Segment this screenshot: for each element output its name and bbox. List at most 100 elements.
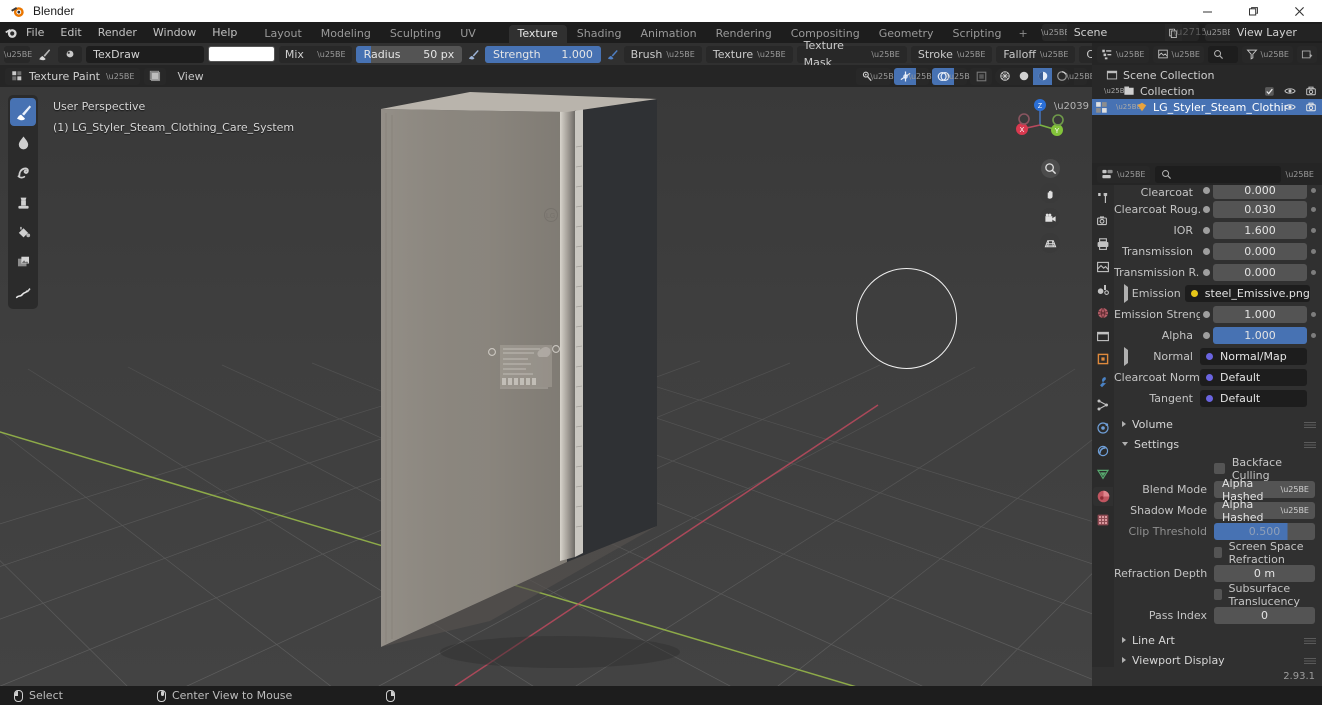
- brush-tool-icon[interactable]: [34, 46, 54, 63]
- refraction-depth-value[interactable]: 0 m: [1214, 565, 1315, 582]
- emission-strength-value[interactable]: 1.000: [1213, 306, 1307, 323]
- blend-mode-dropdown[interactable]: Mix \u25BE: [278, 45, 352, 63]
- viewport-view-menu[interactable]: View: [170, 68, 210, 85]
- property-row-ior[interactable]: IOR 1.600: [1114, 220, 1322, 241]
- checkbox-icon[interactable]: [1264, 86, 1275, 97]
- shading-wireframe-button[interactable]: [995, 68, 1014, 85]
- properties-options-caret-icon[interactable]: \u25BE: [1286, 170, 1318, 179]
- clearcoat-normal-animate-icon[interactable]: [1307, 369, 1320, 386]
- ior-animate-icon[interactable]: [1307, 222, 1320, 239]
- tab-uv-editing[interactable]: UV Editing: [451, 25, 507, 58]
- tab-material-properties[interactable]: [1093, 487, 1113, 506]
- move-view-button[interactable]: [1040, 183, 1060, 203]
- tangent-animate-icon[interactable]: [1307, 390, 1320, 407]
- collection-disclosure-icon[interactable]: \u25BE: [1104, 87, 1129, 95]
- pass-index-row[interactable]: Pass Index 0: [1114, 605, 1322, 626]
- tab-constraint-properties[interactable]: [1093, 441, 1113, 460]
- property-row-emission[interactable]: Emission steel_Emissive.png: [1114, 283, 1322, 304]
- properties-search-input[interactable]: [1154, 165, 1281, 183]
- maximize-button[interactable]: [1230, 0, 1276, 22]
- backface-culling-row[interactable]: Backface Culling: [1114, 456, 1322, 482]
- outliner-search-input[interactable]: [1208, 45, 1238, 63]
- clone-tool-button[interactable]: [10, 188, 36, 216]
- screen-space-refraction-checkbox[interactable]: [1214, 547, 1222, 558]
- fill-tool-button[interactable]: [10, 218, 36, 246]
- zoom-view-button[interactable]: [1040, 159, 1060, 178]
- tab-rendering[interactable]: Rendering: [707, 25, 781, 43]
- camera-icon[interactable]: [1305, 85, 1317, 97]
- radius-pressure-icon[interactable]: [466, 46, 481, 63]
- emission-strength-animate-icon[interactable]: [1307, 306, 1320, 323]
- shading-caret-icon[interactable]: \u25BE: [1066, 67, 1095, 85]
- normal-animate-icon[interactable]: [1307, 348, 1320, 365]
- backface-culling-checkbox[interactable]: [1214, 463, 1225, 474]
- clearcoat-roughness-socket-icon[interactable]: [1200, 201, 1213, 218]
- menu-render[interactable]: Render: [90, 22, 145, 43]
- tab-scene-properties[interactable]: [1093, 280, 1113, 299]
- transmission-value[interactable]: 0.000: [1213, 243, 1307, 260]
- tab-tool-properties[interactable]: [1093, 188, 1113, 207]
- brush-color-swatch[interactable]: [208, 46, 275, 62]
- outliner-row-scene-collection[interactable]: Scene Collection: [1092, 67, 1322, 83]
- outliner-row-collection[interactable]: \u25BE Collection: [1092, 83, 1322, 99]
- camera-icon[interactable]: [1305, 101, 1317, 113]
- refraction-depth-row[interactable]: Refraction Depth 0 m: [1114, 563, 1322, 584]
- clip-threshold-row[interactable]: Clip Threshold 0.500: [1114, 521, 1322, 542]
- brush-name-field[interactable]: TexDraw: [86, 45, 205, 63]
- lg-styler-3d-model[interactable]: LG: [0, 87, 1092, 686]
- scene-selector[interactable]: \u25BE Scene \u2715: [1041, 24, 1208, 41]
- transmission-roughness-animate-icon[interactable]: [1307, 264, 1320, 281]
- subsurface-translucency-row[interactable]: Subsurface Translucency: [1114, 582, 1322, 608]
- emission-expand-icon[interactable]: [1114, 284, 1132, 303]
- transmission-roughness-socket-icon[interactable]: [1200, 264, 1213, 281]
- alpha-animate-icon[interactable]: [1307, 327, 1320, 344]
- tab-render-properties[interactable]: [1093, 211, 1113, 230]
- eye-icon[interactable]: [1284, 85, 1296, 97]
- volume-disclosure-icon[interactable]: [1122, 421, 1126, 427]
- property-row-normal[interactable]: Normal Normal/Map: [1114, 346, 1322, 367]
- tab-particle-properties[interactable]: [1093, 395, 1113, 414]
- line-art-disclosure-icon[interactable]: [1122, 637, 1126, 643]
- transmission-animate-icon[interactable]: [1307, 243, 1320, 260]
- property-row-transmission[interactable]: Transmission 0.000: [1114, 241, 1322, 262]
- tab-object-data-properties[interactable]: [1093, 464, 1113, 483]
- outliner-new-collection-button[interactable]: [1297, 45, 1317, 63]
- draw-tool-button[interactable]: [10, 98, 36, 126]
- clearcoat-socket-icon[interactable]: [1200, 185, 1213, 199]
- normal-value[interactable]: Normal/Map: [1200, 348, 1307, 365]
- blender-menu-icon[interactable]: [4, 22, 18, 43]
- tab-modifier-properties[interactable]: [1093, 372, 1113, 391]
- menu-file[interactable]: File: [18, 22, 52, 43]
- shading-solid-button[interactable]: [1014, 68, 1033, 85]
- clearcoat-animate-icon[interactable]: [1307, 185, 1320, 199]
- mask-tool-button[interactable]: [10, 248, 36, 276]
- outliner-display-mode-dropdown[interactable]: \u25BE: [1097, 45, 1149, 63]
- toggle-perspective-button[interactable]: [1040, 233, 1060, 253]
- clearcoat-roughness-animate-icon[interactable]: [1307, 201, 1320, 218]
- tab-object-properties[interactable]: [1093, 349, 1113, 368]
- emission-value[interactable]: steel_Emissive.png: [1184, 285, 1310, 302]
- view-layer-selector[interactable]: \u25BE View Layer \u2715: [1204, 24, 1322, 41]
- tab-geometry-nodes[interactable]: Geometry Nodes: [870, 25, 943, 58]
- settings-disclosure-icon[interactable]: [1122, 442, 1128, 446]
- blend-mode-dropdown-field[interactable]: Alpha Hashed \u25BE: [1214, 477, 1315, 503]
- tab-output-properties[interactable]: [1093, 234, 1113, 253]
- blend-mode-row[interactable]: Blend Mode Alpha Hashed \u25BE: [1114, 477, 1322, 503]
- line-art-drag-grip-icon[interactable]: [1304, 637, 1316, 644]
- tab-view-layer-properties[interactable]: [1093, 257, 1113, 276]
- property-row-transmission-roughness[interactable]: Transmission R... 0.000: [1114, 262, 1322, 283]
- viewport-shading-object-icon[interactable]: [144, 67, 167, 85]
- tab-animation[interactable]: Animation: [631, 25, 705, 43]
- annotate-tool-button[interactable]: [10, 278, 36, 306]
- menu-texture[interactable]: Texture \u25BE: [705, 45, 793, 63]
- tab-shading[interactable]: Shading: [568, 25, 631, 43]
- clearcoat-value[interactable]: 0.000: [1213, 185, 1307, 199]
- interaction-mode-dropdown[interactable]: Texture Paint \u25BE: [5, 67, 141, 85]
- viewport-sidebar-toggle-icon[interactable]: \u2039: [1054, 101, 1089, 112]
- ior-value[interactable]: 1.600: [1213, 222, 1307, 239]
- property-row-emission-strength[interactable]: Emission Streng... 1.000: [1114, 304, 1322, 325]
- outliner-filter-id-dropdown[interactable]: \u25BE: [1152, 45, 1204, 63]
- shading-material-preview-button[interactable]: [1033, 67, 1052, 85]
- alpha-socket-icon[interactable]: [1200, 327, 1213, 344]
- clip-threshold-value[interactable]: 0.500: [1214, 523, 1315, 540]
